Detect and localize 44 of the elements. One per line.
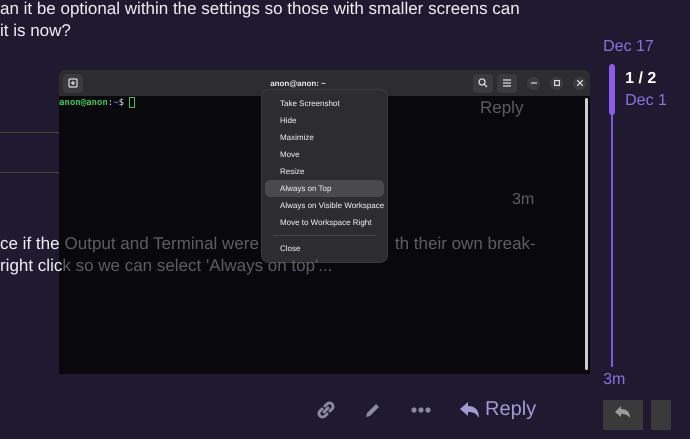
menu-item[interactable]: Maximize (265, 129, 384, 146)
close-icon (576, 80, 582, 86)
more-icon[interactable] (411, 406, 431, 412)
post-text: th their own break- (394, 233, 536, 255)
timeline-date[interactable]: Dec 17 (603, 38, 690, 56)
timeline-date: Dec 1 (625, 92, 667, 110)
cursor-icon (129, 97, 136, 108)
maximize-button[interactable] (550, 76, 563, 90)
plus-icon (68, 78, 78, 88)
minimize-button[interactable] (527, 76, 540, 90)
menu-item[interactable]: Hide (265, 112, 384, 129)
post-text: k so we can select 'Always on top'... (62, 255, 332, 277)
minimize-icon (530, 82, 536, 84)
menu-button[interactable] (497, 74, 517, 92)
post-text: ce if the (0, 233, 60, 255)
close-button[interactable] (573, 76, 586, 90)
timeline-handle[interactable] (609, 64, 616, 115)
post-text: it is now? (0, 20, 72, 42)
reply-arrow-icon (615, 406, 632, 418)
menu-item[interactable]: Move (265, 146, 384, 163)
reply-arrow-icon (460, 400, 480, 418)
faint-post-time: 3m (512, 191, 534, 209)
post-text: an it be optional within the settings so those with smaller screens can (0, 0, 521, 20)
menu-item[interactable]: Always on Visible Workspace (265, 197, 384, 214)
post-text: Output and Terminal were (64, 233, 259, 255)
new-tab-button[interactable] (63, 74, 83, 92)
menu-item[interactable]: Close (265, 240, 384, 257)
search-button[interactable] (473, 74, 493, 92)
terminal-prompt: anon@anon:~$ (59, 98, 124, 108)
reply-button[interactable] (603, 400, 644, 430)
window-title: anon@anon: ~ (269, 78, 327, 88)
post-text: right clic (0, 255, 62, 277)
menu-item[interactable]: Resize (265, 163, 384, 180)
menu-item[interactable]: Move to Workspace Right (265, 214, 384, 231)
menu-item[interactable]: Always on Top (265, 180, 384, 197)
search-icon (478, 78, 488, 88)
scrollbar[interactable] (585, 98, 588, 370)
reply-button[interactable]: Reply (460, 398, 536, 421)
maximize-icon (554, 80, 560, 86)
menu-icon (502, 79, 512, 87)
post-position: 1 / 2 (625, 70, 658, 88)
link-icon[interactable] (317, 400, 335, 418)
menu-item[interactable]: Take Screenshot (265, 95, 384, 112)
timeline-date[interactable]: 3m (603, 371, 690, 389)
